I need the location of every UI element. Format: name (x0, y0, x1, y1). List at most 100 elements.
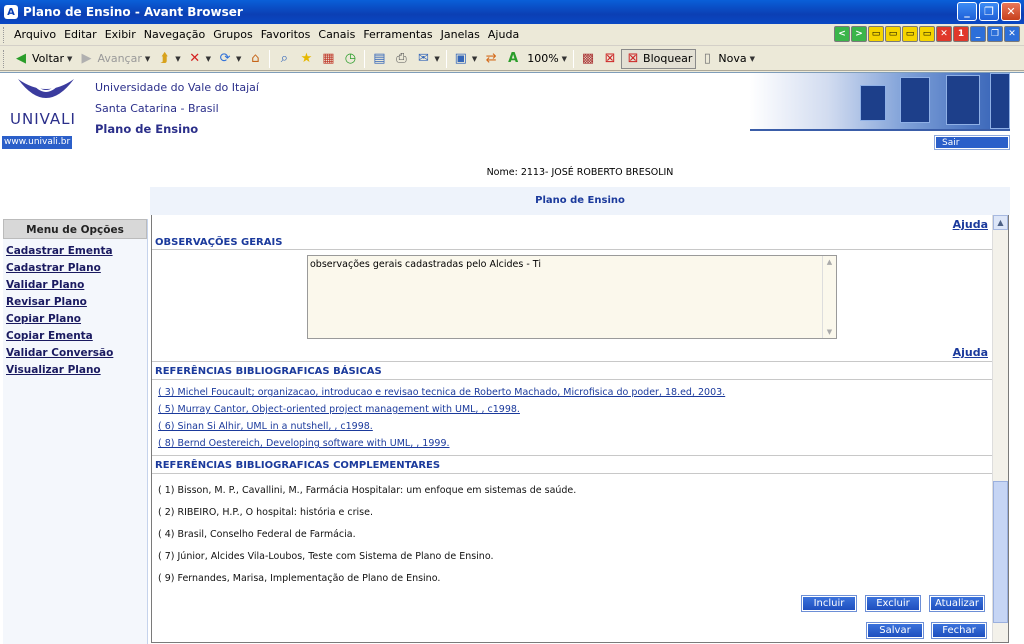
menu-item-validar-plano[interactable]: Validar Plano (3, 277, 147, 294)
menu-exibir[interactable]: Exibir (101, 28, 140, 41)
site-link[interactable]: www.univali.br (2, 136, 72, 149)
tab-restore-button[interactable]: ❐ (987, 26, 1003, 42)
banner-monitor (900, 77, 930, 123)
banner-monitor (946, 75, 980, 125)
stop-icon: ✕ (189, 51, 201, 66)
menu-navegacao[interactable]: Navegação (140, 28, 210, 41)
tab-minimize-button[interactable]: _ (970, 26, 986, 42)
cascade-icon[interactable]: ▭ (919, 26, 935, 42)
stop-button[interactable]: ✕ ▼ (184, 49, 214, 69)
window-layout-button[interactable]: ▣ ▼ (450, 49, 480, 69)
menu-arquivo[interactable]: Arquivo (10, 28, 60, 41)
close-form-button[interactable]: Fechar (931, 622, 987, 639)
tile-vertical-icon[interactable]: ▭ (902, 26, 918, 42)
menu-item-validar-conversao[interactable]: Validar Conversão (3, 345, 147, 362)
chevron-down-icon[interactable]: ▼ (434, 55, 439, 63)
chevron-down-icon[interactable]: ▼ (206, 55, 211, 63)
chevron-down-icon[interactable]: ▼ (145, 55, 150, 63)
home-button[interactable]: ⌂ (244, 49, 266, 69)
images-toggle-button[interactable]: ▩ (577, 49, 599, 69)
up-button[interactable]: ⮭ ▼ (153, 49, 183, 69)
chevron-down-icon[interactable]: ▼ (472, 55, 477, 63)
single-window-icon[interactable]: 1 (953, 26, 969, 42)
menu-item-visualizar-plano[interactable]: Visualizar Plano (3, 362, 147, 379)
content-scrollbar[interactable]: ▲ (992, 215, 1008, 642)
print-button[interactable]: ⎙ (390, 49, 412, 69)
forward-button[interactable]: ▶ Avançar ▼ (75, 49, 153, 69)
folder-up-icon: ⮭ (160, 51, 169, 66)
menu-ferramentas[interactable]: Ferramentas (359, 28, 436, 41)
menu-favoritos[interactable]: Favoritos (257, 28, 315, 41)
complementary-ref: ( 2) RIBEIRO, H.P., O hospital: história… (158, 507, 373, 518)
window-titlebar: A Plano de Ensino - Avant Browser _ ❐ ✕ (0, 0, 1024, 24)
menubar-grip (3, 26, 6, 43)
scroll-up-icon[interactable]: ▲ (827, 258, 832, 266)
tile-icon[interactable]: ▭ (868, 26, 884, 42)
prev-tab-button[interactable]: < (834, 26, 850, 42)
menu-ajuda[interactable]: Ajuda (484, 28, 523, 41)
mail-button[interactable]: ✉ ▼ (412, 49, 442, 69)
observations-textarea[interactable]: observações gerais cadastradas pelo Alci… (307, 255, 837, 339)
menu-item-copiar-ementa[interactable]: Copiar Ementa (3, 328, 147, 345)
close-all-icon[interactable]: ✕ (936, 26, 952, 42)
basic-ref-link[interactable]: ( 6) Sinan Si Alhir, UML in a nutshell, … (158, 421, 373, 432)
back-arrow-icon: ◀ (16, 51, 26, 66)
channels-button[interactable]: ▦ (317, 49, 339, 69)
menu-grupos[interactable]: Grupos (209, 28, 256, 41)
popup-block-button[interactable]: ⊠ Bloquear (621, 48, 697, 69)
exit-button[interactable]: Sair (934, 135, 1010, 150)
textarea-scrollbar[interactable]: ▲ ▼ (822, 256, 836, 338)
window-layout-icon: ▣ (454, 51, 467, 66)
menu-canais[interactable]: Canais (314, 28, 359, 41)
scroll-down-icon[interactable]: ▼ (827, 328, 832, 336)
help-link[interactable]: Ajuda (953, 218, 988, 231)
include-button[interactable]: Incluir (801, 595, 857, 612)
toolbar-separator (364, 49, 366, 68)
new-window-button[interactable]: ▯ Nova ▼ (696, 49, 758, 69)
options-menu: Menu de Opções Cadastrar Ementa Cadastra… (3, 219, 148, 644)
close-button[interactable]: ✕ (1001, 2, 1021, 21)
tab-close-button[interactable]: ✕ (1004, 26, 1020, 42)
divider (152, 379, 992, 380)
new-label: Nova (718, 52, 747, 65)
avant-browser-icon: A (4, 5, 18, 19)
univali-logo: UNIVALI (0, 73, 90, 135)
tile-horizontal-icon[interactable]: ▭ (885, 26, 901, 42)
minimize-button[interactable]: _ (957, 2, 977, 21)
chevron-down-icon[interactable]: ▼ (67, 55, 72, 63)
menu-item-revisar-plano[interactable]: Revisar Plano (3, 294, 147, 311)
basic-ref-link[interactable]: ( 3) Michel Foucault; organizacao, intro… (158, 387, 725, 398)
refresh-button[interactable]: ⟳ ▼ (214, 49, 244, 69)
complementary-ref: ( 7) Júnior, Alcides Vila-Loubos, Teste … (158, 551, 494, 562)
basic-ref-link[interactable]: ( 8) Bernd Oestereich, Developing softwa… (158, 438, 450, 449)
menu-item-copiar-plano[interactable]: Copiar Plano (3, 311, 147, 328)
save-button[interactable]: Salvar (866, 622, 924, 639)
translate-button[interactable]: ⇄ (480, 49, 502, 69)
next-tab-button[interactable]: > (851, 26, 867, 42)
scrollbar-thumb[interactable] (993, 481, 1008, 623)
menu-item-cadastrar-plano[interactable]: Cadastrar Plano (3, 260, 147, 277)
chevron-down-icon[interactable]: ▼ (750, 55, 755, 63)
chevron-down-icon[interactable]: ▼ (175, 55, 180, 63)
edit-button[interactable]: ▤ (368, 49, 390, 69)
chevron-down-icon[interactable]: ▼ (236, 55, 241, 63)
institution-info: Universidade do Vale do Itajaí Santa Cat… (95, 77, 259, 140)
restore-button[interactable]: ❐ (979, 2, 999, 21)
history-button[interactable]: ◷ (339, 49, 361, 69)
favorites-button[interactable]: ★ (295, 49, 317, 69)
zoom-select[interactable]: 100% ▼ (524, 49, 570, 69)
help-link[interactable]: Ajuda (953, 346, 988, 359)
menu-janelas[interactable]: Janelas (437, 28, 484, 41)
menu-editar[interactable]: Editar (60, 28, 101, 41)
delete-button[interactable]: Excluir (865, 595, 921, 612)
menu-item-cadastrar-ementa[interactable]: Cadastrar Ementa (3, 243, 147, 260)
font-size-icon: A (508, 51, 519, 66)
scroll-up-icon[interactable]: ▲ (993, 215, 1008, 230)
flash-block-button[interactable]: ⊠ (599, 49, 621, 69)
chevron-down-icon[interactable]: ▼ (562, 55, 567, 63)
update-button[interactable]: Atualizar (929, 595, 985, 612)
font-size-button[interactable]: A (502, 49, 524, 69)
basic-ref-link[interactable]: ( 5) Murray Cantor, Object-oriented proj… (158, 404, 520, 415)
search-button[interactable]: ⌕ (273, 49, 295, 69)
back-button[interactable]: ◀ Voltar ▼ (10, 49, 75, 69)
